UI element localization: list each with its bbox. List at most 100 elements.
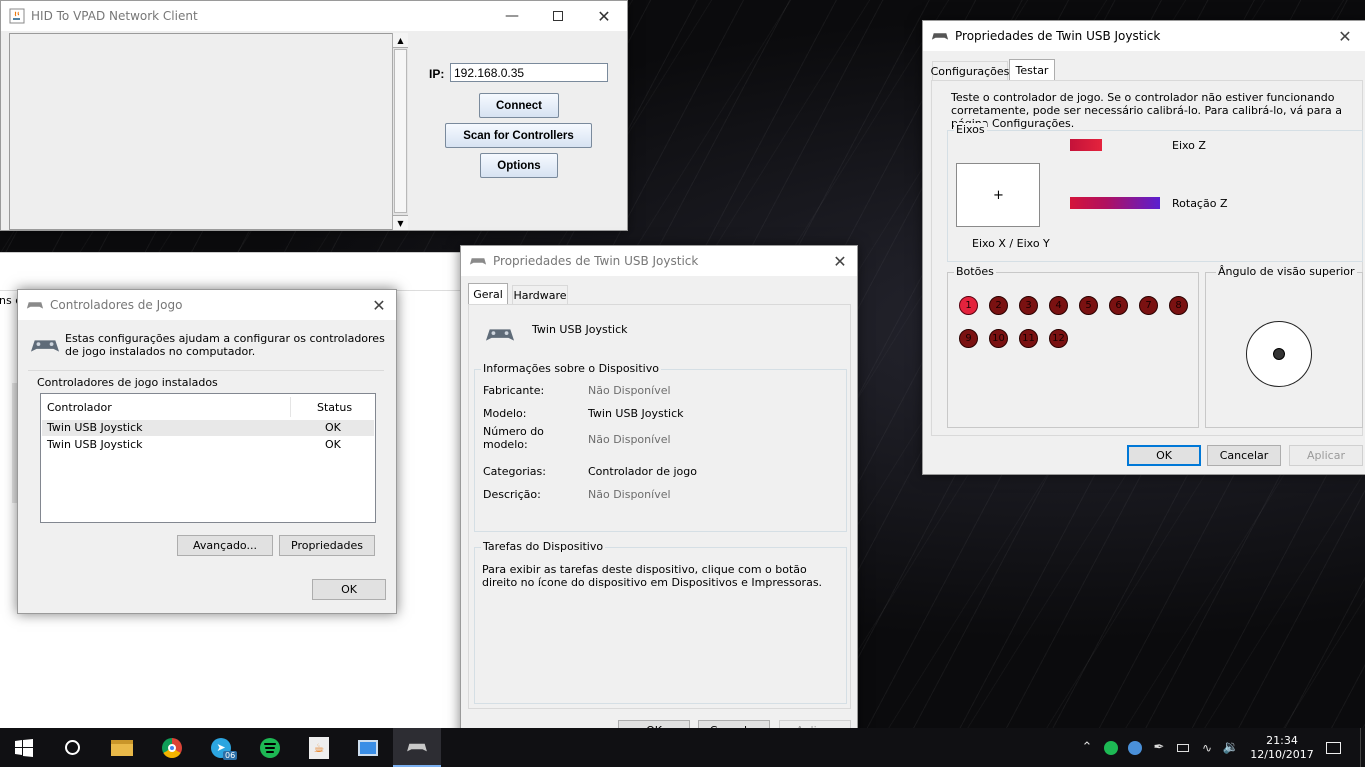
field-value: Não Disponível xyxy=(588,433,671,446)
joystick-button-indicator: 12 xyxy=(1049,329,1068,348)
ok-button[interactable]: OK xyxy=(1127,445,1201,466)
close-icon[interactable]: ✕ xyxy=(823,246,857,276)
field-value: Não Disponível xyxy=(588,488,671,501)
close-button[interactable]: ✕ xyxy=(581,1,627,31)
maximize-icon xyxy=(553,11,563,21)
tray-spotify[interactable] xyxy=(1100,728,1122,767)
control-panel-icon xyxy=(358,739,378,756)
clock[interactable]: 21:34 12/10/2017 xyxy=(1246,728,1318,767)
notification-icon xyxy=(1325,741,1341,754)
tray-feather[interactable]: ✒ xyxy=(1148,728,1170,767)
taskbar-java[interactable]: ☕ xyxy=(295,728,343,767)
taskbar-telegram[interactable]: ➤ 06 xyxy=(197,728,245,767)
taskbar-game-controllers[interactable] xyxy=(393,728,441,767)
joystick-button-indicator: 10 xyxy=(989,329,1008,348)
cortana-button[interactable] xyxy=(48,728,96,767)
close-icon[interactable]: ✕ xyxy=(1328,21,1362,51)
game-controllers-titlebar[interactable]: Controladores de Jogo ✕ xyxy=(18,290,396,320)
cancel-button[interactable]: Cancelar xyxy=(1207,445,1281,466)
telegram-badge: 06 xyxy=(223,751,238,760)
gamepad-icon xyxy=(26,302,44,309)
show-desktop[interactable] xyxy=(1360,728,1365,767)
options-button[interactable]: Options xyxy=(480,153,558,178)
rotation-z-label: Rotação Z xyxy=(1172,197,1228,210)
joystick-button-indicator: 1 xyxy=(959,296,978,315)
installed-controllers-label: Controladores de jogo instalados xyxy=(37,376,218,389)
show-hidden-icons[interactable]: ⌃ xyxy=(1077,728,1097,767)
axis-xy-label: Eixo X / Eixo Y xyxy=(972,237,1050,250)
joystick-button-indicator: 7 xyxy=(1139,296,1158,315)
tab-general[interactable]: Geral xyxy=(468,283,508,305)
connect-button[interactable]: Connect xyxy=(479,93,559,118)
game-controllers-description: Estas configurações ajudam a configurar … xyxy=(65,332,385,358)
test-tab-panel: Teste o controlador de jogo. Se o contro… xyxy=(931,80,1363,436)
taskbar-control-panel[interactable] xyxy=(344,728,392,767)
test-intro-text: Teste o controlador de jogo. Se o contro… xyxy=(951,91,1342,130)
log-text-area[interactable] xyxy=(9,33,408,230)
tab-test[interactable]: Testar xyxy=(1009,59,1055,81)
scroll-down-icon[interactable]: ▼ xyxy=(393,215,408,230)
controller-name: Twin USB Joystick xyxy=(47,421,143,434)
start-button[interactable] xyxy=(0,728,48,767)
buttons-label: Botões xyxy=(954,265,996,278)
advanced-button[interactable]: Avançado... xyxy=(177,535,273,556)
game-controllers-window: Controladores de Jogo ✕ Estas configuraç… xyxy=(17,289,397,614)
rotation-z-bar xyxy=(1070,197,1160,209)
clock-date: 12/10/2017 xyxy=(1250,747,1314,761)
taskbar-chrome[interactable] xyxy=(148,728,196,767)
controller-status: OK xyxy=(325,438,341,451)
action-center[interactable] xyxy=(1320,728,1346,767)
ok-button[interactable]: OK xyxy=(312,579,386,600)
taskbar-spotify[interactable] xyxy=(246,728,294,767)
maximize-button[interactable] xyxy=(535,1,581,31)
field-label: Descrição: xyxy=(483,488,541,501)
column-header-status[interactable]: Status xyxy=(317,401,352,414)
tray-volume[interactable]: 🔉 xyxy=(1220,728,1242,767)
tab-settings[interactable]: Configurações xyxy=(931,61,1009,81)
game-controllers-title: Controladores de Jogo xyxy=(50,298,183,312)
table-row[interactable]: Twin USB Joystick OK xyxy=(42,437,374,453)
apply-button[interactable]: Aplicar xyxy=(1289,445,1363,466)
properties-test-titlebar[interactable]: Propriedades de Twin USB Joystick ✕ xyxy=(923,21,1365,51)
tray-wifi[interactable]: ∿ xyxy=(1196,728,1218,767)
properties-general-titlebar[interactable]: Propriedades de Twin USB Joystick ✕ xyxy=(461,246,857,276)
properties-button[interactable]: Propriedades xyxy=(279,535,375,556)
controller-status: OK xyxy=(325,421,341,434)
tray-network-app[interactable] xyxy=(1124,728,1146,767)
java-client-titlebar[interactable]: HID To VPAD Network Client — ✕ xyxy=(1,1,627,31)
scroll-thumb[interactable] xyxy=(394,49,407,213)
java-app-icon xyxy=(9,8,25,24)
properties-test-title: Propriedades de Twin USB Joystick xyxy=(955,29,1161,43)
properties-general-window: Propriedades de Twin USB Joystick ✕ Gera… xyxy=(460,245,858,747)
log-scrollbar[interactable]: ▲ ▼ xyxy=(392,33,408,230)
scroll-up-icon[interactable]: ▲ xyxy=(393,33,408,48)
axes-group: Eixos + Eixo X / Eixo Y Eixo Z Rotação Z xyxy=(947,123,1363,262)
tray-battery[interactable] xyxy=(1172,728,1194,767)
column-divider xyxy=(290,397,291,417)
joystick-button-indicator: 4 xyxy=(1049,296,1068,315)
tab-hardware[interactable]: Hardware xyxy=(512,285,568,305)
ip-label: IP: xyxy=(429,67,445,81)
axis-z-label: Eixo Z xyxy=(1172,139,1206,152)
axis-z-fill xyxy=(1070,139,1102,151)
close-icon[interactable]: ✕ xyxy=(362,290,396,320)
joystick-button-indicator: 9 xyxy=(959,329,978,348)
gamepad-icon xyxy=(931,33,949,40)
column-header-controller[interactable]: Controlador xyxy=(47,401,112,414)
scan-controllers-button[interactable]: Scan for Controllers xyxy=(445,123,592,148)
device-info-label: Informações sobre o Dispositivo xyxy=(481,362,661,375)
power-plug-icon xyxy=(1177,743,1189,752)
field-value: Não Disponível xyxy=(588,384,671,397)
taskbar-file-explorer[interactable] xyxy=(98,728,146,767)
minimize-button[interactable]: — xyxy=(489,1,535,31)
axis-xy-box: + xyxy=(956,163,1040,227)
properties-test-window: Propriedades de Twin USB Joystick ✕ Conf… xyxy=(922,20,1365,475)
field-label: Modelo: xyxy=(483,407,527,420)
cortana-icon xyxy=(64,740,80,755)
table-row[interactable]: Twin USB Joystick OK xyxy=(42,420,374,436)
gamepad-icon xyxy=(469,258,487,265)
controllers-list[interactable]: Controlador Status Twin USB Joystick OK … xyxy=(40,393,376,523)
gamepad-large-icon xyxy=(485,329,515,341)
general-tab-panel: Twin USB Joystick Informações sobre o Di… xyxy=(468,304,851,709)
ip-input[interactable]: 192.168.0.35 xyxy=(450,63,608,82)
